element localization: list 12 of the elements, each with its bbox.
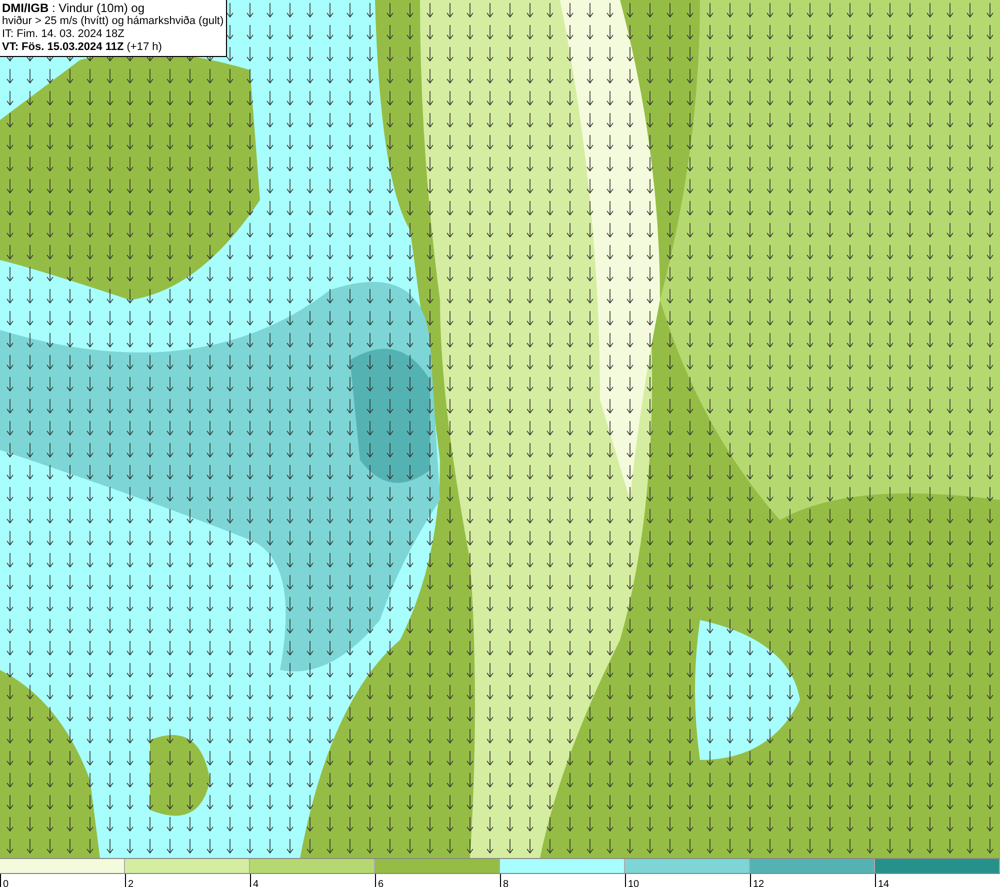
scale-label: 4 — [253, 878, 259, 887]
scale-label: 0 — [3, 878, 9, 887]
info-text: hviður > 25 m/s (hvítt) og hámarkshviða (gult) — [2, 15, 224, 28]
scale-label: 10 — [628, 878, 640, 887]
scale-label: 6 — [378, 878, 384, 887]
scale-label: 8 — [503, 878, 509, 887]
scale-label: 12 — [753, 878, 764, 887]
scale-label: 14 — [878, 878, 890, 887]
scale-label: 2 — [128, 878, 134, 887]
info-text: DMI/IGB : Vindur (10m) og — [2, 1, 146, 15]
info-text: VT: Fös. 15.03.2024 11Z (+17 h) — [2, 41, 163, 54]
info-text: IT: Fim. 14. 03. 2024 18Z — [2, 28, 126, 41]
